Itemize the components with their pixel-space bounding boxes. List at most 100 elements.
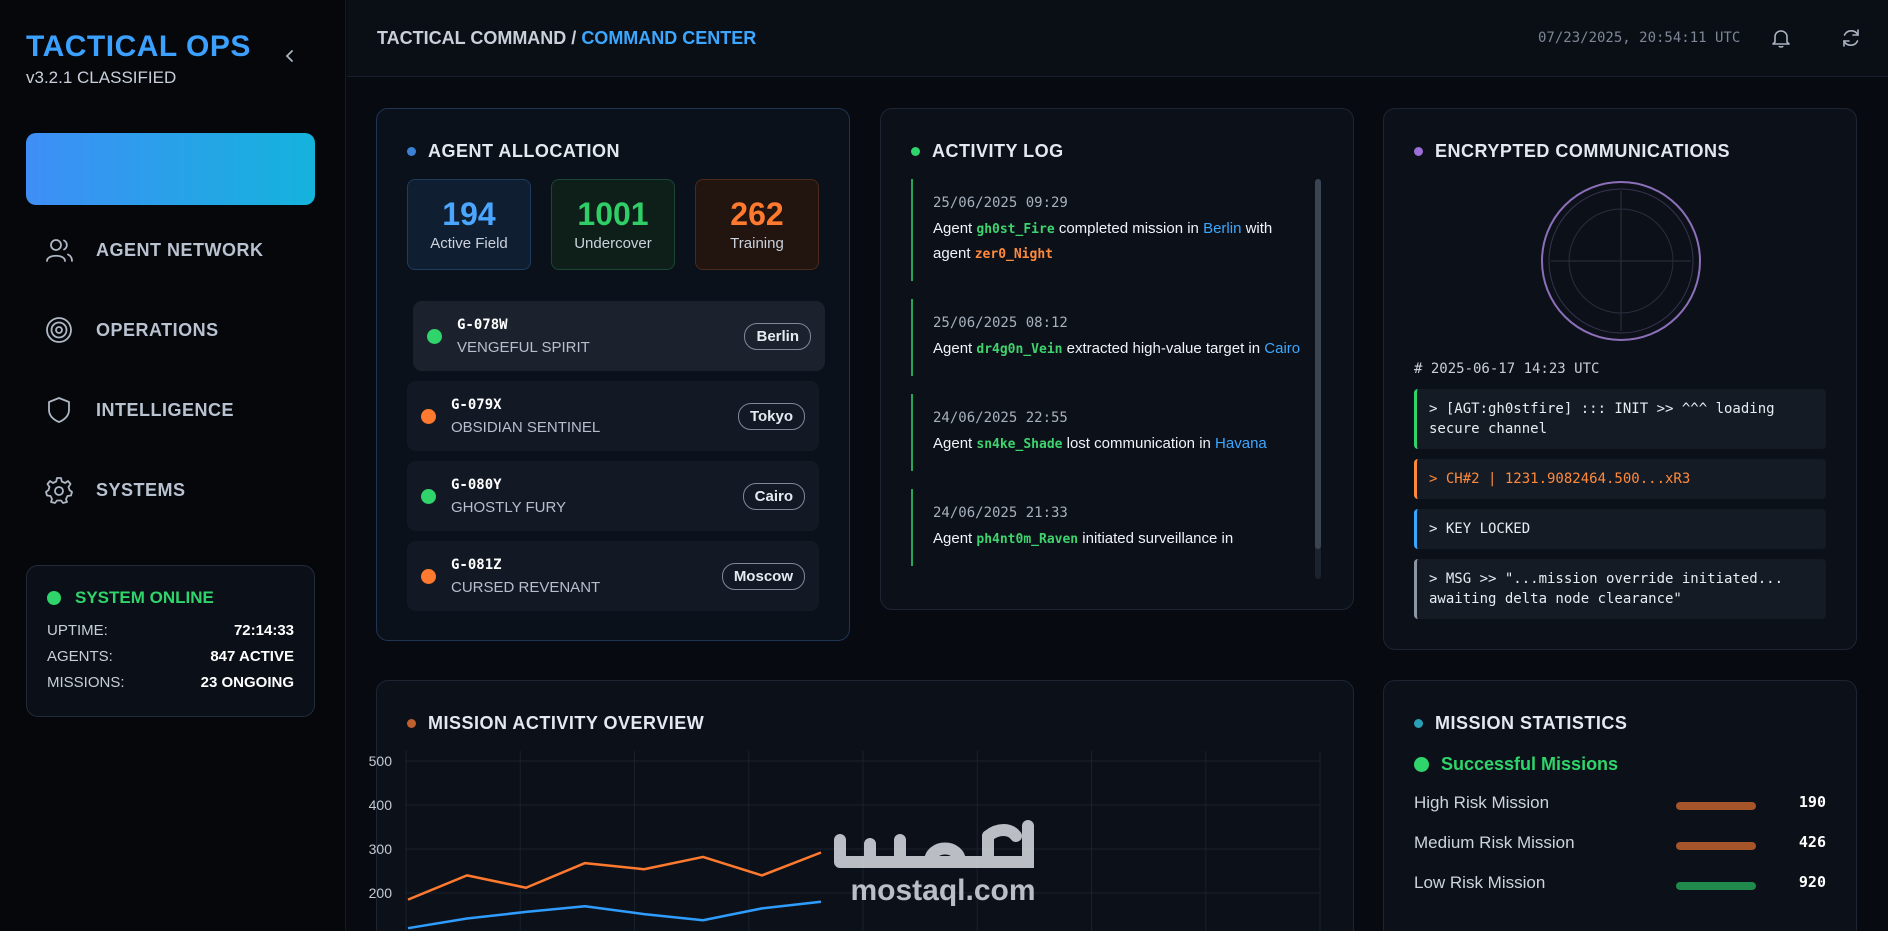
agent-name: OBSIDIAN SENTINEL xyxy=(451,419,601,436)
agent-row[interactable]: G-080Y GHOSTLY FURY Cairo xyxy=(407,461,819,531)
panel-title: MISSION STATISTICS xyxy=(1414,713,1627,734)
agent-name: VENGEFUL SPIRIT xyxy=(457,339,590,356)
shield-icon xyxy=(48,397,70,423)
agent-name: CURSED REVENANT xyxy=(451,579,601,596)
system-row-uptime: UPTIME: 72:14:33 xyxy=(47,622,294,639)
agent-handle: zer0_Night xyxy=(974,247,1053,262)
location-link: Cairo xyxy=(1264,340,1301,357)
stat-value: 262 xyxy=(730,196,784,232)
sidebar-item-agent-network[interactable]: AGENT NETWORK xyxy=(44,230,304,270)
status-dot xyxy=(47,591,61,605)
system-status-label: SYSTEM ONLINE xyxy=(75,588,214,607)
title-dot xyxy=(407,147,416,156)
mission-statistics-panel: MISSION STATISTICS Successful Missions H… xyxy=(1383,680,1857,931)
stat-row-value: 190 xyxy=(1798,793,1826,811)
users-icon xyxy=(46,239,73,262)
row-label: AGENTS: xyxy=(47,648,113,665)
row-value: 847 ACTIVE xyxy=(210,648,294,665)
stat-label: Active Field xyxy=(430,235,508,252)
radar-icon xyxy=(1541,181,1701,341)
sidebar-item-label: INTELLIGENCE xyxy=(96,399,235,420)
status-dot xyxy=(421,489,436,504)
top-bar: TACTICAL COMMAND / COMMAND CENTER 07/23/… xyxy=(347,0,1888,77)
primary-action-button[interactable] xyxy=(26,133,315,205)
comms-timestamp: # 2025-06-17 14:23 UTC xyxy=(1414,361,1600,377)
log-timestamp: 24/06/2025 22:55 xyxy=(933,410,1068,426)
panel-title: ACTIVITY LOG xyxy=(911,141,1064,162)
agent-city-badge: Moscow xyxy=(721,563,805,590)
sidebar-item-intelligence[interactable]: INTELLIGENCE xyxy=(44,390,304,430)
system-status-card: SYSTEM ONLINE UPTIME: 72:14:33 AGENTS: 8… xyxy=(26,565,315,717)
agent-code: G-079X xyxy=(451,397,502,413)
terminal-line: > KEY LOCKED xyxy=(1414,509,1826,549)
stat-value: 194 xyxy=(442,196,496,232)
sidebar-item-label: OPERATIONS xyxy=(96,319,219,340)
brand: TACTICAL OPS v3.2.1 CLASSIFIED xyxy=(26,30,251,88)
stat-row-high-risk: High Risk Mission 190 xyxy=(1414,793,1826,817)
stat-undercover: 1001 Undercover xyxy=(551,179,675,270)
stat-row-bar xyxy=(1676,802,1756,810)
title-dot xyxy=(1414,147,1423,156)
agent-handle: ph4nt0m_Raven xyxy=(976,532,1079,547)
activity-log-panel: ACTIVITY LOG 25/06/2025 09:29 Agent gh0s… xyxy=(880,108,1354,610)
brand-version: v3.2.1 CLASSIFIED xyxy=(26,68,177,87)
status-dot xyxy=(421,409,436,424)
title-dot xyxy=(1414,719,1423,728)
stat-label: Undercover xyxy=(574,235,652,252)
stat-row-medium-risk: Medium Risk Mission 426 xyxy=(1414,833,1826,857)
agent-row[interactable]: G-081Z CURSED REVENANT Moscow xyxy=(407,541,819,611)
log-entry: 24/06/2025 21:33 Agent ph4nt0m_Raven ini… xyxy=(911,489,1301,566)
agent-city-badge: Berlin xyxy=(744,323,811,350)
terminal-line: > CH#2 | 1231.9082464.500...xR3 xyxy=(1414,459,1826,499)
bell-icon[interactable] xyxy=(1770,27,1792,49)
stat-value: 1001 xyxy=(577,196,649,232)
agent-city-badge: Tokyo xyxy=(737,403,805,430)
breadcrumb-current: COMMAND CENTER xyxy=(581,28,757,48)
log-timestamp: 25/06/2025 08:12 xyxy=(933,315,1068,331)
system-row-missions: MISSIONS: 23 ONGOING xyxy=(47,674,294,691)
panel-title-text: MISSION STATISTICS xyxy=(1435,713,1628,733)
panel-title-text: MISSION ACTIVITY OVERVIEW xyxy=(428,713,705,733)
encrypted-comms-panel: ENCRYPTED COMMUNICATIONS # 2025-06-17 14… xyxy=(1383,108,1857,650)
target-icon xyxy=(46,317,72,343)
successful-missions-label: Successful Missions xyxy=(1414,754,1618,775)
log-entry: 25/06/2025 09:29 Agent gh0st_Fire comple… xyxy=(911,179,1301,281)
row-label: UPTIME: xyxy=(47,622,108,639)
stat-row-label: High Risk Mission xyxy=(1414,793,1550,812)
agent-row[interactable]: G-078W VENGEFUL SPIRIT Berlin xyxy=(413,301,825,371)
log-text: Agent gh0st_Fire completed mission in Be… xyxy=(933,220,1273,262)
breadcrumb-root[interactable]: TACTICAL COMMAND / xyxy=(377,28,581,48)
title-dot xyxy=(911,147,920,156)
y-tick-label: 200 xyxy=(369,885,393,901)
log-text: Agent dr4g0n_Vein extracted high-value t… xyxy=(933,340,1301,357)
agent-allocation-panel: AGENT ALLOCATION 194 Active Field 1001 U… xyxy=(376,108,850,641)
agent-city-badge: Cairo xyxy=(742,483,805,510)
status-dot xyxy=(421,569,436,584)
agent-code: G-078W xyxy=(457,317,508,333)
sidebar-item-label: AGENT NETWORK xyxy=(96,239,264,260)
title-dot xyxy=(407,719,416,728)
stat-row-value: 920 xyxy=(1798,873,1826,891)
panel-title-text: ENCRYPTED COMMUNICATIONS xyxy=(1435,141,1730,161)
row-label: MISSIONS: xyxy=(47,674,125,691)
scrollbar-thumb[interactable] xyxy=(1315,179,1321,549)
row-value: 72:14:33 xyxy=(233,622,294,639)
stat-row-label: Low Risk Mission xyxy=(1414,873,1546,892)
activity-log-list[interactable]: 25/06/2025 09:29 Agent gh0st_Fire comple… xyxy=(911,179,1311,579)
chevron-left-icon[interactable] xyxy=(282,48,298,64)
agent-row[interactable]: G-079X OBSIDIAN SENTINEL Tokyo xyxy=(407,381,819,451)
y-tick-label: 400 xyxy=(369,797,393,813)
log-text: Agent ph4nt0m_Raven initiated surveillan… xyxy=(933,530,1234,547)
stat-label: Training xyxy=(730,235,784,252)
sidebar-item-systems[interactable]: SYSTEMS xyxy=(44,470,304,510)
mission-activity-chart: 500 400 300 200 xyxy=(369,751,1321,931)
series-line-1 xyxy=(407,900,822,930)
panel-title: MISSION ACTIVITY OVERVIEW xyxy=(407,713,704,734)
location-link: Havana xyxy=(1215,435,1267,452)
location-link: Berlin xyxy=(1203,220,1242,237)
log-timestamp: 25/06/2025 09:29 xyxy=(933,195,1068,211)
stat-row-label: Medium Risk Mission xyxy=(1414,833,1575,852)
sidebar-item-operations[interactable]: OPERATIONS xyxy=(44,310,304,350)
sidebar: TACTICAL OPS v3.2.1 CLASSIFIED AGENT NET… xyxy=(0,0,346,931)
refresh-icon[interactable] xyxy=(1840,27,1862,49)
